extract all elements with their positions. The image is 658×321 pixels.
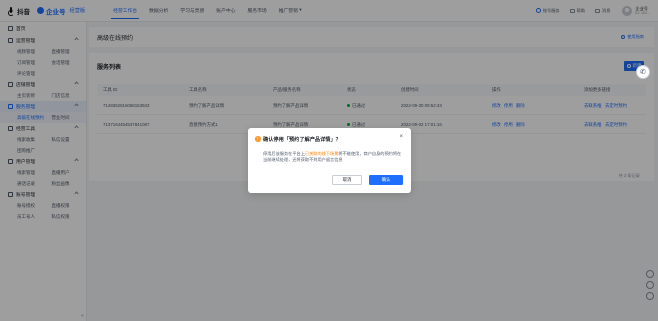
highlight-text: 已关联的线下场景 <box>304 151 339 156</box>
phone-icon[interactable] <box>636 65 650 79</box>
close-icon[interactable]: × <box>399 134 403 140</box>
confirm-button[interactable]: 确认 <box>369 175 403 185</box>
warning-icon: ! <box>255 136 261 142</box>
dialog-title: 确认停用「预约了解产品详情」？ <box>263 137 341 143</box>
dialog-body: 停用后该服务在平台上已关联的线下场景将不能使用，商户自身的预约将在当前继续处理，… <box>263 151 402 163</box>
cancel-button[interactable]: 取消 <box>332 175 362 185</box>
confirm-dialog: ! 确认停用「预约了解产品详情」？ × 停用后该服务在平台上已关联的线下场景将不… <box>248 128 411 193</box>
